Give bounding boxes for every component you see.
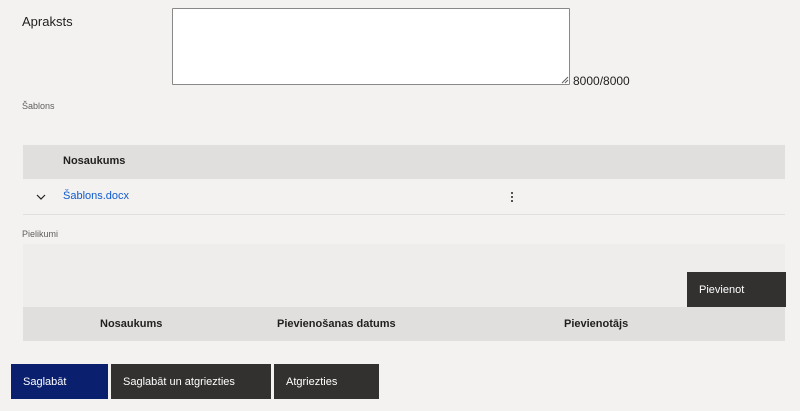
table-row: Šablons.docx bbox=[23, 179, 785, 215]
character-counter: 8000/8000 bbox=[573, 74, 630, 88]
column-header-name[interactable]: Nosaukums bbox=[63, 155, 125, 167]
description-label: Apraksts bbox=[22, 14, 73, 29]
resize-grip-icon[interactable] bbox=[561, 76, 569, 84]
chevron-down-icon[interactable] bbox=[35, 191, 47, 203]
add-attachment-button[interactable]: Pievienot bbox=[687, 272, 786, 307]
column-header-name[interactable]: Nosaukums bbox=[100, 318, 162, 330]
template-section-label: Šablons bbox=[22, 101, 55, 111]
save-button[interactable]: Saglabāt bbox=[11, 364, 108, 399]
template-grid-toolbar bbox=[23, 116, 785, 146]
column-header-added-by[interactable]: Pievienotājs bbox=[564, 318, 628, 330]
attachments-section-label: Pielikumi bbox=[22, 229, 59, 239]
attachments-toolbar bbox=[23, 244, 785, 307]
more-options-icon[interactable] bbox=[507, 189, 517, 205]
attachments-grid-header: Nosaukums Pievienošanas datums Pievienot… bbox=[23, 307, 785, 341]
return-button[interactable]: Atgriezties bbox=[274, 364, 379, 399]
description-textarea[interactable] bbox=[172, 8, 570, 85]
save-and-return-button[interactable]: Saglabāt un atgriezties bbox=[111, 364, 271, 399]
template-grid-header: Nosaukums bbox=[23, 145, 785, 179]
template-file-link[interactable]: Šablons.docx bbox=[63, 190, 129, 202]
column-header-date-added[interactable]: Pievienošanas datums bbox=[277, 318, 396, 330]
